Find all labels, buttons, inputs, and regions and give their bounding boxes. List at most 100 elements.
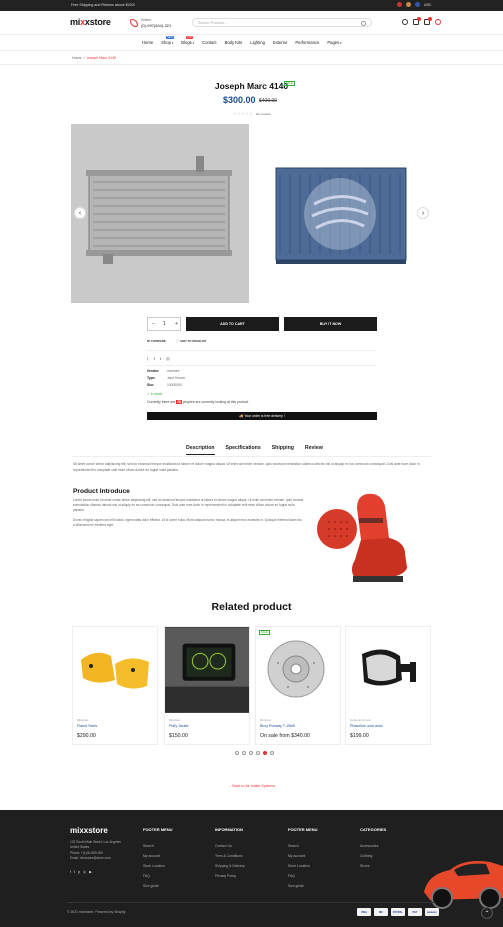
- product-card-image[interactable]: [346, 627, 430, 713]
- user-icon[interactable]: [402, 19, 408, 25]
- card-title[interactable]: Phasellus urna dolor: [350, 724, 383, 728]
- rating-stars: ☆☆☆☆☆: [233, 111, 254, 116]
- nav-item-lighting[interactable]: Lighting: [250, 40, 265, 45]
- carousel-dot[interactable]: [249, 751, 253, 755]
- carousel-dot[interactable]: [256, 751, 260, 755]
- search-icon[interactable]: [361, 20, 366, 26]
- slider-next-button[interactable]: ›: [417, 207, 429, 219]
- footer-link[interactable]: Accessories: [360, 841, 378, 851]
- footer-link[interactable]: Privacy Policy: [215, 871, 245, 881]
- heart-icon[interactable]: [396, 2, 402, 7]
- add-to-cart-button[interactable]: ADD TO CART: [186, 317, 279, 331]
- product-price: $300.00: [223, 95, 256, 105]
- wishlist-link[interactable]: ♡ ADD TO WISHLIST: [176, 339, 207, 343]
- product-card[interactable]: Coles and Leon Phasellus urna dolor $199…: [345, 626, 431, 745]
- card-sale-badge: SALE: [259, 630, 270, 635]
- card-title[interactable]: Bicry Runway T-1560t: [260, 724, 295, 728]
- meta-value: mixxtore: [167, 369, 180, 373]
- settings-icon[interactable]: [435, 19, 441, 25]
- footer-link[interactable]: My account: [288, 851, 310, 861]
- nav-item-pages[interactable]: Pages ▾: [327, 40, 341, 45]
- nav-item-shop[interactable]: Shop NEW ▾: [161, 36, 174, 45]
- flag-icon[interactable]: [414, 2, 420, 7]
- carousel-dot[interactable]: [270, 751, 274, 755]
- carousel-dot[interactable]: [235, 751, 239, 755]
- slider-prev-button[interactable]: ‹: [74, 207, 86, 219]
- qty-plus-button[interactable]: +: [175, 321, 178, 327]
- cart-mini-icon[interactable]: [405, 2, 411, 7]
- scroll-top-button[interactable]: ⌃: [481, 907, 493, 919]
- search-placeholder: Search Products...: [198, 21, 227, 25]
- payment-icon: PAY: [408, 908, 422, 916]
- compare-link[interactable]: ⇄ COMPARE: [147, 339, 166, 343]
- currency-selector[interactable]: USD: [424, 3, 431, 7]
- footer-link[interactable]: Contact Us: [215, 841, 245, 851]
- qty-value[interactable]: 1: [163, 321, 166, 327]
- footer-link[interactable]: FAQ: [288, 871, 310, 881]
- free-delivery-bar: 🚚 Your order is free delivery !: [147, 412, 377, 420]
- footer-link[interactable]: Clothing: [360, 851, 378, 861]
- shipping-notice: Free Shipping and Returns above $200!: [71, 3, 135, 7]
- nav-item-contact[interactable]: Contact: [202, 40, 216, 45]
- footer-link[interactable]: Shoes: [360, 861, 378, 871]
- breadcrumb: Home / Joseph Marc 4140: [0, 51, 503, 65]
- nav-item-home[interactable]: Home: [142, 40, 153, 45]
- card-title[interactable]: Flared Skirts: [77, 724, 97, 728]
- footer-col-title: CATEGORIES: [360, 827, 387, 832]
- carousel-dot[interactable]: [242, 751, 246, 755]
- product-card-image[interactable]: [165, 627, 249, 713]
- footer-link[interactable]: Size guide: [143, 881, 165, 891]
- footer-link[interactable]: Term & Conditions: [215, 851, 245, 861]
- product-card[interactable]: Mixxtore Puffy Jacket $150.00: [164, 626, 250, 745]
- card-price: On sale from $340.00: [260, 733, 310, 739]
- tab-review[interactable]: Review: [305, 445, 323, 455]
- cart-icon[interactable]: [424, 17, 432, 25]
- qty-minus-button[interactable]: −: [152, 321, 155, 327]
- youtube-icon[interactable]: ▶: [89, 870, 92, 874]
- intro-heading: Product Introduce: [73, 488, 130, 495]
- nav-item-blogs[interactable]: Blogs HOT ▾: [181, 36, 194, 45]
- footer-link[interactable]: My account: [143, 851, 165, 861]
- nav-item-performance[interactable]: Performance: [295, 40, 319, 45]
- product-image-1[interactable]: [71, 124, 249, 303]
- carousel-dots: [235, 751, 274, 755]
- carousel-dot-active[interactable]: [263, 751, 267, 755]
- twitter-icon[interactable]: t: [74, 870, 75, 874]
- tab-shipping[interactable]: Shipping: [272, 445, 294, 455]
- nav-item-exterior[interactable]: Exterior: [273, 40, 287, 45]
- search-input[interactable]: Search Products...: [192, 18, 372, 27]
- hotline-number[interactable]: (0)-997(604)-321: [141, 23, 171, 28]
- tab-specifications[interactable]: Specifications: [226, 445, 261, 455]
- card-title[interactable]: Puffy Jacket: [169, 724, 189, 728]
- facebook-icon[interactable]: f: [70, 870, 71, 874]
- breadcrumb-home[interactable]: Home: [72, 56, 82, 60]
- product-card-image[interactable]: [73, 627, 157, 713]
- instagram-icon[interactable]: ◎: [83, 870, 86, 874]
- back-link[interactable]: ← Back to Air Intake Systems: [0, 784, 503, 788]
- product-image-2[interactable]: [250, 124, 430, 303]
- footer-contact: 123 South Main Street, Los Angeles Unite…: [70, 840, 121, 861]
- tab-description[interactable]: Description: [186, 445, 215, 455]
- footer-link[interactable]: FAQ: [143, 871, 165, 881]
- main-nav: Home Shop NEW ▾ Blogs HOT ▾ Contact Body Kits L…: [0, 35, 503, 51]
- quantity-stepper[interactable]: − 1 +: [147, 317, 181, 331]
- footer-link[interactable]: Size guide: [288, 881, 310, 891]
- footer-col-title: FOOTER MENU: [143, 827, 173, 832]
- footer-link[interactable]: Store Location: [288, 861, 310, 871]
- footer-link[interactable]: Store Location: [143, 861, 165, 871]
- tab-underline: [72, 456, 431, 457]
- product-card-image[interactable]: [256, 627, 340, 713]
- buy-now-button[interactable]: BUY IT NOW: [284, 317, 377, 331]
- pinterest-icon[interactable]: p: [78, 870, 80, 874]
- product-card[interactable]: Mixxtore Flared Skirts $290.00: [72, 626, 158, 745]
- wishlist-icon[interactable]: [413, 17, 421, 25]
- car-seat-image: [315, 490, 420, 585]
- footer-link[interactable]: Search: [288, 841, 310, 851]
- footer-link[interactable]: Search: [143, 841, 165, 851]
- product-card[interactable]: SALE Mixxtore Bicry Runway T-1560t On sa…: [255, 626, 341, 745]
- footer-link[interactable]: Shipping & Delivery: [215, 861, 245, 871]
- share-icons[interactable]: ⟨ f t ◎: [147, 356, 172, 361]
- footer-logo[interactable]: mixxstore: [70, 826, 108, 835]
- nav-item-body-kits[interactable]: Body Kits: [225, 40, 243, 45]
- logo[interactable]: mixxstore: [70, 17, 111, 27]
